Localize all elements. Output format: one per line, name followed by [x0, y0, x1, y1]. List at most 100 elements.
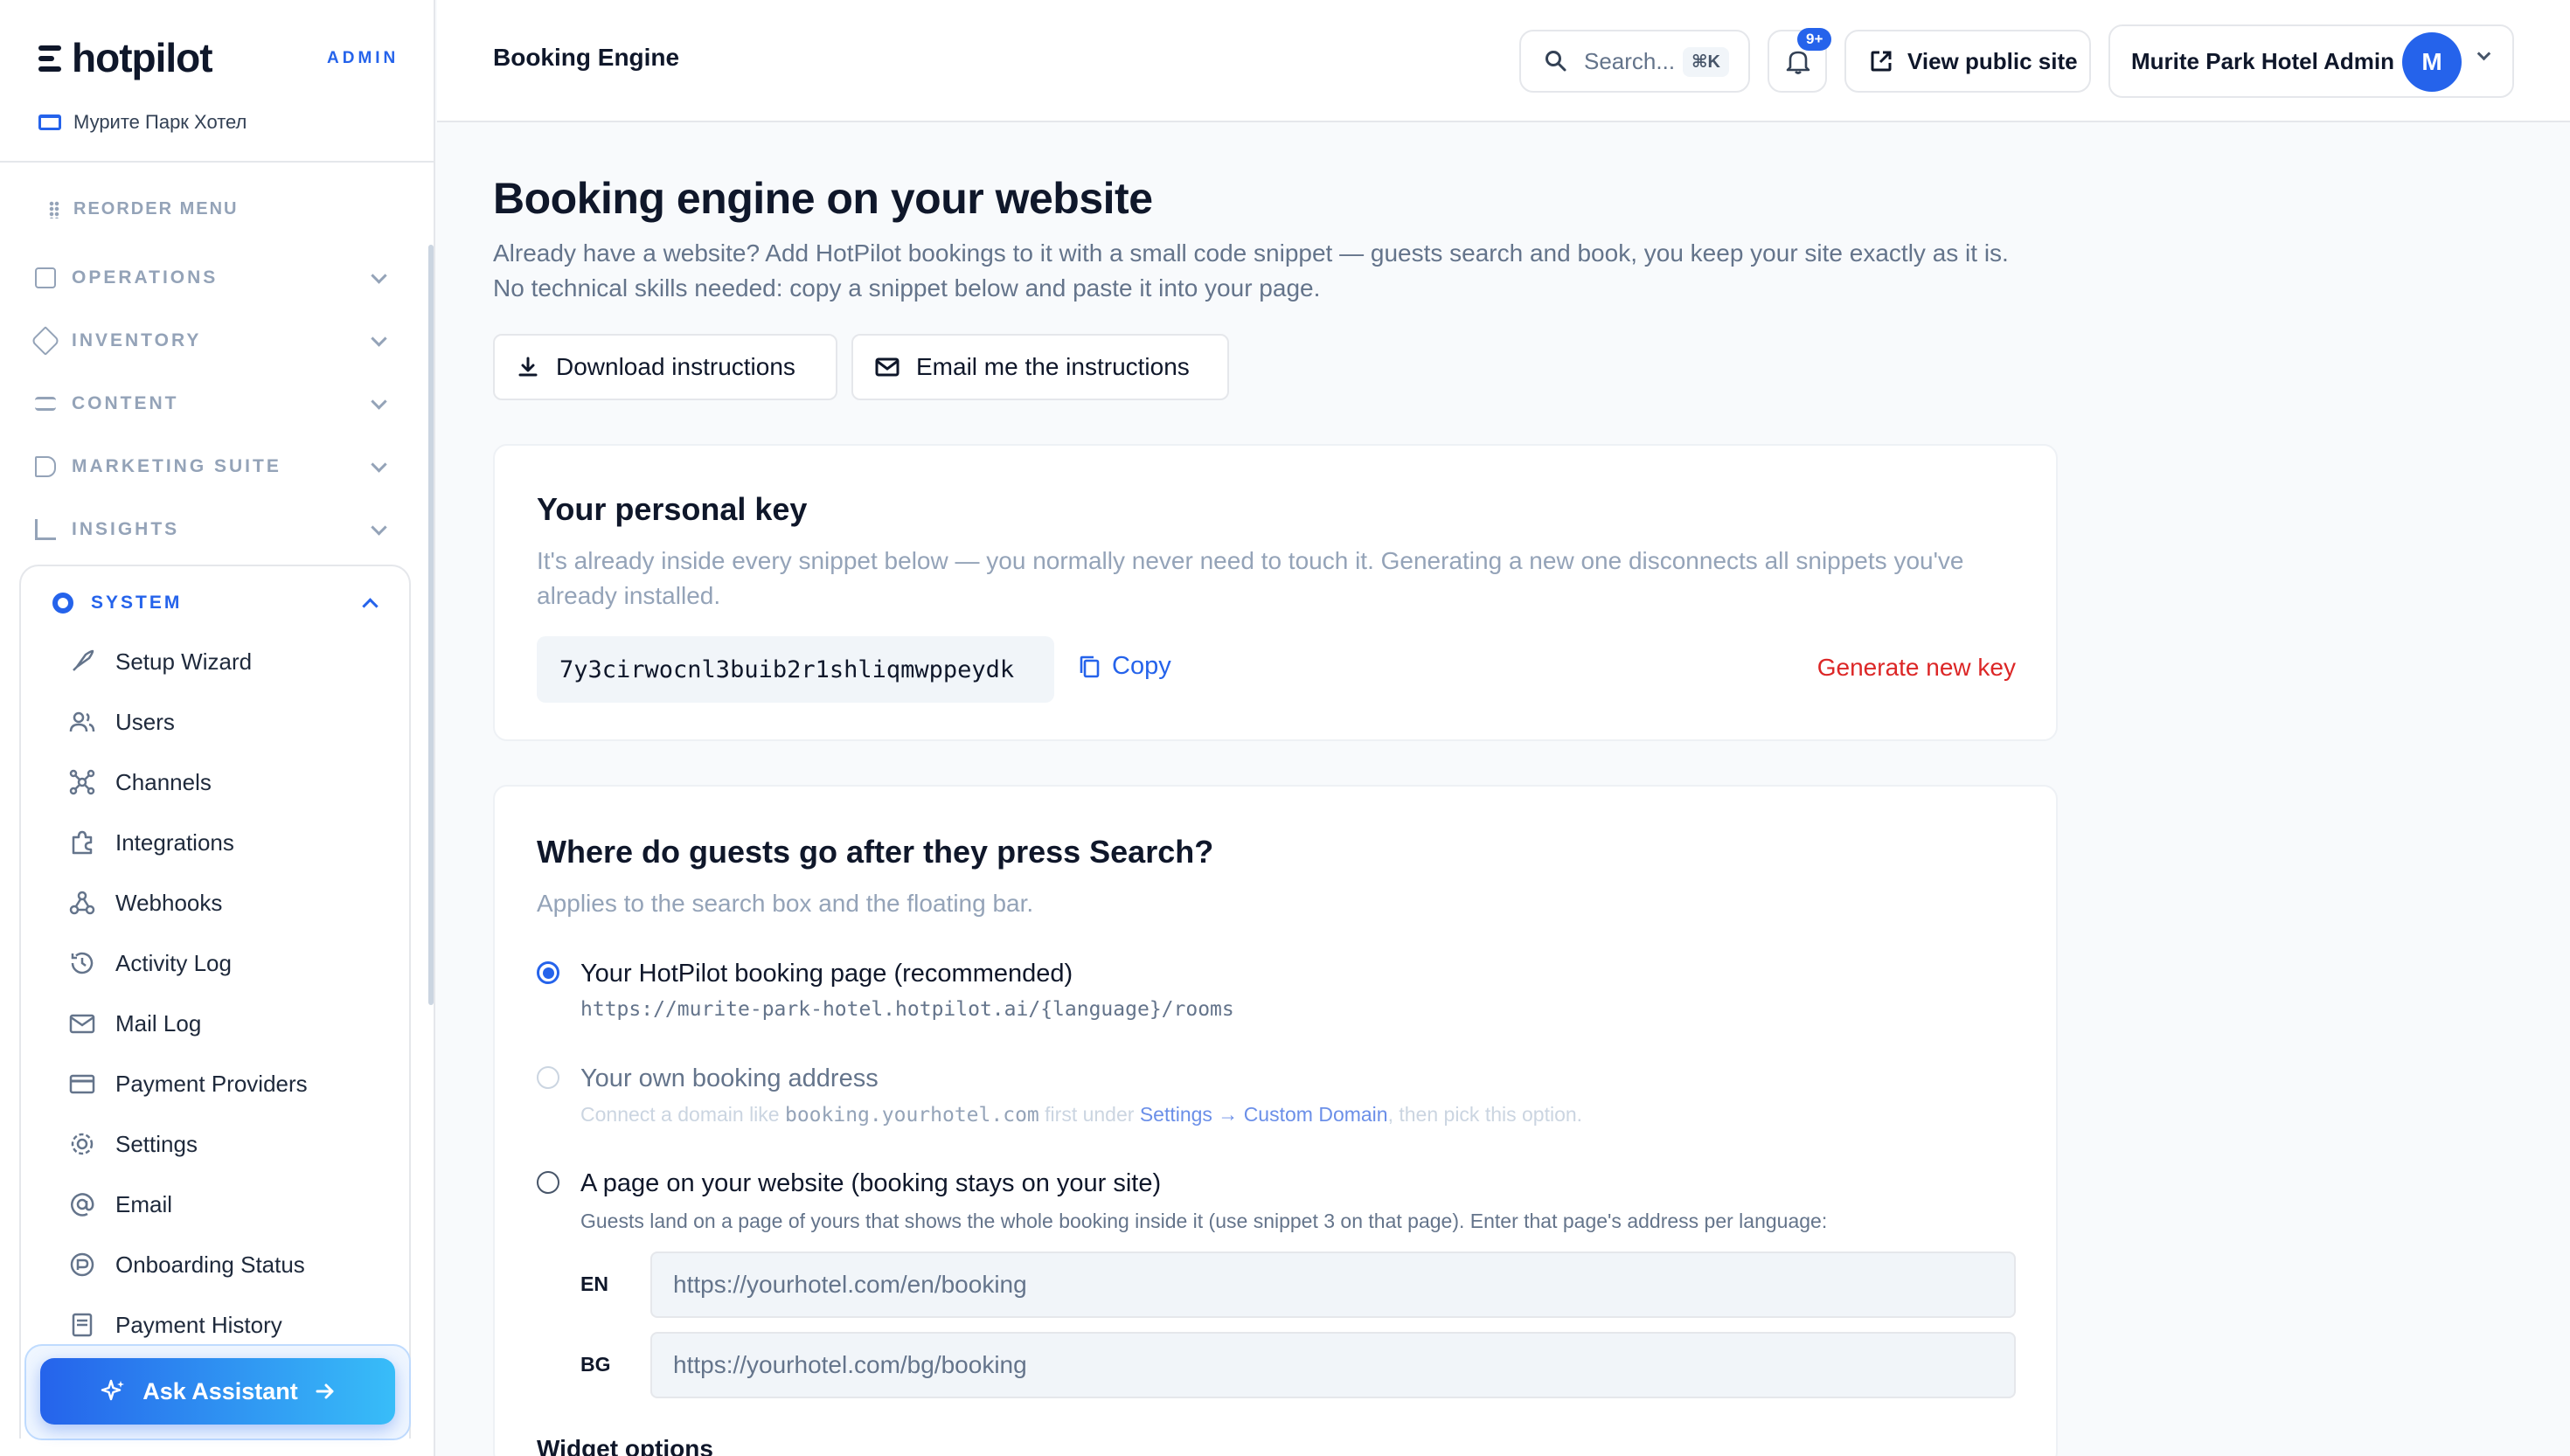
- reorder-menu-label: REORDER MENU: [73, 199, 239, 218]
- sidebar-item-label: Email: [115, 1190, 173, 1217]
- nav-section-label: CONTENT: [72, 393, 179, 413]
- nav-section-label: INSIGHTS: [72, 519, 180, 539]
- option-own-address-radio[interactable]: [537, 1066, 559, 1089]
- booking-url-input-bg[interactable]: https://yourhotel.com/bg/booking: [650, 1332, 2016, 1398]
- sidebar: hotpilot ADMIN Мурите Парк Хотел REORDER…: [0, 0, 435, 1456]
- intro-text: Already have a website? Add HotPilot boo…: [493, 236, 2084, 306]
- gear-icon: [68, 1130, 96, 1158]
- nav-section-marketing-suite[interactable]: MARKETING SUITE: [35, 449, 393, 484]
- sidebar-scrollbar[interactable]: [428, 245, 434, 1005]
- notifications-badge: 9+: [1797, 28, 1832, 51]
- personal-key-value: 7y3cirwocnl3buib2r1shliqmwppeydk: [537, 636, 1054, 703]
- progress-icon: [68, 1251, 96, 1279]
- sidebar-item-payment-history[interactable]: Payment History: [68, 1304, 282, 1346]
- option-hotpilot-page-radio[interactable]: [537, 961, 559, 984]
- sidebar-item-setup-wizard[interactable]: Setup Wizard: [68, 641, 252, 683]
- chevron-down-icon: [371, 455, 387, 473]
- sidebar-item-webhooks[interactable]: Webhooks: [68, 882, 222, 924]
- email-instructions-label: Email me the instructions: [916, 353, 1190, 380]
- sidebar-item-payment-providers[interactable]: Payment Providers: [68, 1063, 308, 1105]
- sidebar-item-email[interactable]: Email: [68, 1183, 172, 1225]
- personal-key-description: It's already inside every snippet below …: [537, 547, 1964, 609]
- booking-url-input-en[interactable]: https://yourhotel.com/en/booking: [650, 1251, 2016, 1318]
- user-menu[interactable]: Murite Park Hotel Admin M: [2108, 24, 2514, 98]
- option-hotpilot-page-title[interactable]: Your HotPilot booking page (recommended): [580, 960, 1073, 988]
- search-destination-card: Where do guests go after they press Sear…: [493, 785, 2058, 1456]
- sidebar-item-label: Users: [115, 708, 175, 735]
- user-name: Murite Park Hotel Admin: [2131, 47, 2394, 74]
- nav-section-insights[interactable]: INSIGHTS: [35, 512, 393, 547]
- sidebar-item-label: Settings: [115, 1130, 198, 1157]
- puzzle-icon: [68, 829, 96, 856]
- brand[interactable]: hotpilot ADMIN: [38, 31, 406, 84]
- sidebar-item-settings[interactable]: Settings: [68, 1123, 198, 1165]
- option-own-address-title: Your own booking address: [580, 1064, 879, 1092]
- copy-key-button[interactable]: Copy: [1077, 652, 1171, 681]
- nav-section-operations[interactable]: OPERATIONS: [35, 260, 393, 295]
- option-own-page-title[interactable]: A page on your website (booking stays on…: [580, 1169, 1161, 1198]
- search-input[interactable]: Search... ⌘K: [1519, 30, 1750, 93]
- logo-icon: [38, 45, 68, 72]
- bar-chart-icon: [35, 519, 56, 540]
- gear-icon: [52, 593, 73, 614]
- nav-section-label: MARKETING SUITE: [72, 456, 281, 476]
- arrow-right-icon: [316, 1383, 334, 1399]
- option-hotpilot-page-url: https://murite-park-hotel.hotpilot.ai/{l…: [580, 998, 1234, 1021]
- notifications-button[interactable]: 9+: [1768, 28, 1832, 93]
- layout-icon: [35, 267, 56, 288]
- hint-text: , then pick this option.: [1387, 1103, 1583, 1126]
- download-instructions-button[interactable]: Download instructions: [493, 334, 837, 400]
- system-section-toggle[interactable]: SYSTEM: [52, 593, 385, 614]
- tag-icon: [31, 326, 60, 356]
- nav-section-label: SYSTEM: [91, 593, 183, 613]
- main-heading: Booking engine on your website: [493, 174, 1153, 223]
- sidebar-item-label: Integrations: [115, 829, 234, 856]
- language-code: BG: [580, 1353, 611, 1376]
- bed-icon: [38, 114, 61, 130]
- sidebar-item-activity-log[interactable]: Activity Log: [68, 942, 232, 984]
- divider: [0, 161, 435, 163]
- bell-icon: [1786, 51, 1810, 74]
- hotel-name: Мурите Парк Хотел: [73, 111, 247, 133]
- sidebar-item-integrations[interactable]: Integrations: [68, 822, 234, 863]
- chevron-down-icon: [371, 392, 387, 410]
- download-instructions-label: Download instructions: [556, 353, 795, 380]
- avatar: M: [2402, 32, 2462, 92]
- nav-section-inventory[interactable]: INVENTORY: [31, 323, 393, 358]
- sidebar-item-users[interactable]: Users: [68, 701, 175, 743]
- text-edit-icon: [35, 397, 56, 411]
- sidebar-item-onboarding-status[interactable]: Onboarding Status: [68, 1244, 305, 1286]
- grip-icon: [49, 200, 59, 218]
- generate-new-key-button[interactable]: Generate new key: [1817, 654, 2016, 682]
- at-sign-icon: [68, 1190, 96, 1218]
- topbar: Booking Engine Search... ⌘K 9+ View publ…: [437, 0, 2570, 122]
- hint-text: Connect a domain like: [580, 1103, 780, 1126]
- mail-icon: [875, 357, 900, 377]
- custom-domain-link[interactable]: Settings → Custom Domain: [1140, 1103, 1388, 1126]
- search-destination-title: Where do guests go after they press Sear…: [537, 834, 1214, 870]
- search-destination-subtitle: Applies to the search box and the floati…: [537, 890, 1034, 917]
- page-title: Booking Engine: [493, 44, 680, 71]
- ask-assistant-button[interactable]: Ask Assistant: [40, 1358, 395, 1425]
- nav-section-content[interactable]: CONTENT: [35, 386, 393, 421]
- app-root: hotpilot ADMIN Мурите Парк Хотел REORDER…: [0, 0, 2570, 1456]
- sidebar-item-label: Payment Providers: [115, 1070, 308, 1097]
- mail-icon: [68, 1009, 96, 1037]
- hotel-switcher[interactable]: Мурите Парк Хотел: [38, 108, 247, 136]
- sidebar-item-channels[interactable]: Channels: [68, 761, 212, 803]
- email-instructions-button[interactable]: Email me the instructions: [851, 334, 1229, 400]
- logo-text: hotpilot: [72, 35, 213, 80]
- view-public-site-button[interactable]: View public site: [1844, 30, 2091, 93]
- option-own-page-radio[interactable]: [537, 1171, 559, 1194]
- intro-line-2: No technical skills needed: copy a snipp…: [493, 274, 1321, 302]
- sidebar-item-mail-log[interactable]: Mail Log: [68, 1002, 201, 1044]
- admin-tag: ADMIN: [327, 49, 399, 67]
- search-icon: [1545, 51, 1566, 72]
- sidebar-item-label: Onboarding Status: [115, 1251, 305, 1278]
- chevron-up-icon: [362, 597, 379, 614]
- nav-section-system: SYSTEM Setup Wizard Users Channels Integ…: [19, 565, 411, 1439]
- download-icon: [518, 357, 538, 377]
- hint-text: first under: [1045, 1103, 1135, 1126]
- reorder-menu-button[interactable]: REORDER MENU: [49, 199, 238, 219]
- sidebar-item-label: Activity Log: [115, 949, 232, 976]
